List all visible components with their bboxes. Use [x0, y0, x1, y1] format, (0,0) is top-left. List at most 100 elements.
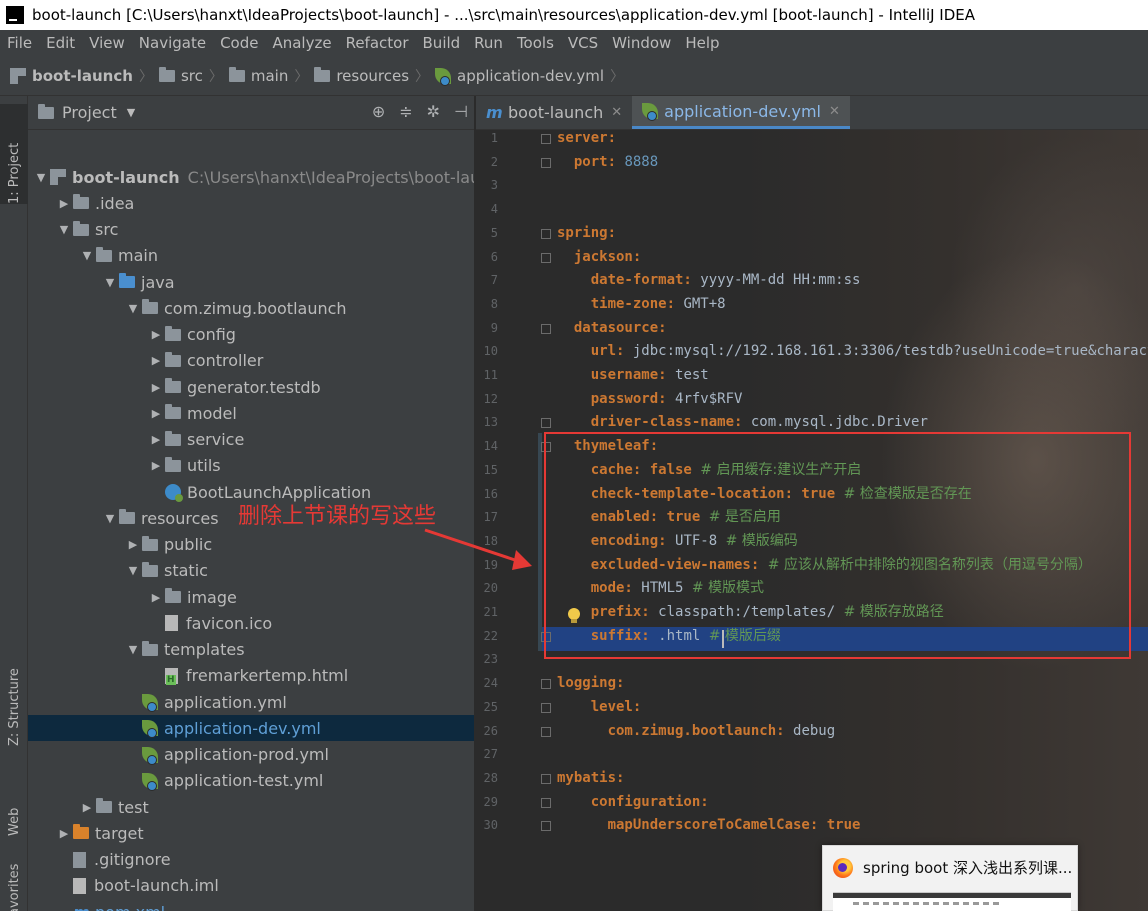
- code-line[interactable]: url: jdbc:mysql://192.168.161.3:3306/tes…: [557, 340, 1148, 364]
- tree-item[interactable]: application.yml: [28, 689, 474, 715]
- notification-popup[interactable]: spring boot 深入浅出系列课...: [822, 845, 1078, 911]
- tool-window-tab-structure[interactable]: Z: Structure: [0, 661, 28, 746]
- tree-item[interactable]: ▶ test: [28, 794, 474, 820]
- editor-tab-application-dev[interactable]: application-dev.yml ✕: [632, 96, 850, 129]
- menu-window[interactable]: Window: [605, 34, 678, 52]
- fold-marker-icon[interactable]: [541, 702, 551, 713]
- chevron-right-icon[interactable]: ▶: [147, 591, 165, 604]
- menu-navigate[interactable]: Navigate: [132, 34, 213, 52]
- menu-view[interactable]: View: [82, 34, 132, 52]
- breadcrumb-item-resources[interactable]: resources: [314, 66, 409, 85]
- tree-item[interactable]: ▶ service: [28, 427, 474, 453]
- fold-marker-icon[interactable]: [541, 797, 551, 808]
- tree-item[interactable]: ▶ controller: [28, 348, 474, 374]
- fold-marker-icon[interactable]: [541, 157, 551, 168]
- fold-marker-icon[interactable]: [541, 773, 551, 784]
- chevron-right-icon[interactable]: ▶: [55, 197, 73, 210]
- fold-marker-icon[interactable]: [541, 679, 551, 690]
- code-line[interactable]: mapUnderscoreToCamelCase: true: [557, 814, 861, 838]
- tree-item[interactable]: ▼ static: [28, 558, 474, 584]
- chevron-right-icon[interactable]: ▶: [147, 328, 165, 341]
- fold-marker-icon[interactable]: [541, 418, 551, 429]
- fold-marker-icon[interactable]: [541, 726, 551, 737]
- tree-item[interactable]: ▶ image: [28, 584, 474, 610]
- chevron-down-icon[interactable]: ▼: [101, 276, 119, 289]
- chevron-right-icon[interactable]: ▶: [55, 827, 73, 840]
- gear-icon[interactable]: ✲: [427, 102, 440, 121]
- hide-panel-icon[interactable]: ⊣: [454, 102, 468, 121]
- fold-marker-icon[interactable]: [541, 252, 551, 263]
- tree-item[interactable]: ▼ templates: [28, 637, 474, 663]
- tree-item[interactable]: application-dev.yml: [28, 715, 474, 742]
- code-line[interactable]: mybatis:: [557, 767, 624, 791]
- tree-item[interactable]: .gitignore: [28, 847, 474, 873]
- tree-item[interactable]: ▶ generator.testdb: [28, 374, 474, 400]
- breadcrumb-item-project[interactable]: boot-launch: [10, 67, 133, 85]
- menu-vcs[interactable]: VCS: [561, 34, 605, 52]
- tree-item[interactable]: favicon.ico: [28, 610, 474, 636]
- menu-build[interactable]: Build: [416, 34, 468, 52]
- tool-window-tab-favorites[interactable]: avorites: [0, 856, 28, 911]
- tool-window-tab-project[interactable]: 1: Project: [0, 104, 28, 204]
- code-line[interactable]: port: 8888: [557, 151, 658, 175]
- code-line[interactable]: datasource:: [557, 317, 667, 341]
- locate-icon[interactable]: ⊕: [372, 102, 385, 121]
- chevron-down-icon[interactable]: ▼: [124, 564, 142, 577]
- tree-item[interactable]: fremarkertemp.html: [28, 663, 474, 689]
- chevron-right-icon[interactable]: ▶: [147, 354, 165, 367]
- tree-item[interactable]: ▼ main: [28, 243, 474, 269]
- breadcrumb-item-file[interactable]: application-dev.yml: [435, 67, 604, 86]
- code-line[interactable]: logging:: [557, 672, 624, 696]
- chevron-right-icon[interactable]: ▶: [147, 381, 165, 394]
- chevron-down-icon[interactable]: ▼: [124, 302, 142, 315]
- chevron-right-icon[interactable]: ▶: [147, 459, 165, 472]
- menu-edit[interactable]: Edit: [39, 34, 82, 52]
- chevron-down-icon[interactable]: ▼: [101, 512, 119, 525]
- tree-item[interactable]: ▼ com.zimug.bootlaunch: [28, 295, 474, 321]
- chevron-right-icon[interactable]: ▶: [147, 407, 165, 420]
- chevron-down-icon[interactable]: ▼: [124, 643, 142, 656]
- code-line[interactable]: password: 4rfv$RFV: [557, 388, 743, 412]
- menu-run[interactable]: Run: [467, 34, 510, 52]
- collapse-all-icon[interactable]: ≑: [399, 102, 412, 121]
- tree-item[interactable]: ▶ config: [28, 322, 474, 348]
- fold-marker-icon[interactable]: [541, 228, 551, 239]
- fold-marker-icon[interactable]: [541, 134, 551, 144]
- code-line[interactable]: date-format: yyyy-MM-dd HH:mm:ss: [557, 269, 861, 293]
- tree-item[interactable]: application-test.yml: [28, 768, 474, 794]
- breadcrumb-item-main[interactable]: main: [228, 66, 288, 85]
- code-line[interactable]: server:: [557, 127, 616, 151]
- tree-item[interactable]: boot-launch.iml: [28, 873, 474, 899]
- menu-help[interactable]: Help: [678, 34, 726, 52]
- close-icon[interactable]: ✕: [829, 104, 840, 119]
- code-line[interactable]: username: test: [557, 364, 709, 388]
- code-line[interactable]: level:: [557, 696, 642, 720]
- chevron-down-icon[interactable]: ▼: [78, 249, 96, 262]
- tree-item[interactable]: ▼ boot-launch C:\Users\hanxt\IdeaProjects\…: [28, 164, 474, 190]
- tree-item[interactable]: ▼ src: [28, 217, 474, 243]
- chevron-right-icon[interactable]: ▶: [78, 801, 96, 814]
- tree-item[interactable]: ▶ model: [28, 400, 474, 426]
- tree-item[interactable]: application-prod.yml: [28, 742, 474, 768]
- chevron-down-icon[interactable]: ▼: [55, 223, 73, 236]
- fold-marker-icon[interactable]: [541, 323, 551, 334]
- menu-file[interactable]: File: [0, 34, 39, 52]
- code-line[interactable]: jackson:: [557, 246, 641, 270]
- menu-code[interactable]: Code: [213, 34, 265, 52]
- code-line[interactable]: spring:: [557, 222, 616, 246]
- menu-analyze[interactable]: Analyze: [265, 34, 338, 52]
- tree-item[interactable]: ▶ public: [28, 532, 474, 558]
- tree-item[interactable]: ▶ utils: [28, 453, 474, 479]
- code-line[interactable]: configuration:: [557, 791, 709, 815]
- code-line[interactable]: com.zimug.bootlaunch: debug: [557, 720, 836, 744]
- tree-item[interactable]: ▶ .idea: [28, 190, 474, 216]
- tree-item[interactable]: m pom.xml: [28, 899, 474, 911]
- breadcrumb-item-src[interactable]: src: [158, 66, 203, 85]
- close-icon[interactable]: ✕: [611, 105, 622, 120]
- tree-item[interactable]: ▶ target: [28, 820, 474, 846]
- chevron-right-icon[interactable]: ▶: [147, 433, 165, 446]
- chevron-right-icon[interactable]: ▶: [124, 538, 142, 551]
- chevron-down-icon[interactable]: ▼: [32, 171, 50, 184]
- code-line[interactable]: time-zone: GMT+8: [557, 293, 726, 317]
- tree-item[interactable]: ▼ java: [28, 269, 474, 295]
